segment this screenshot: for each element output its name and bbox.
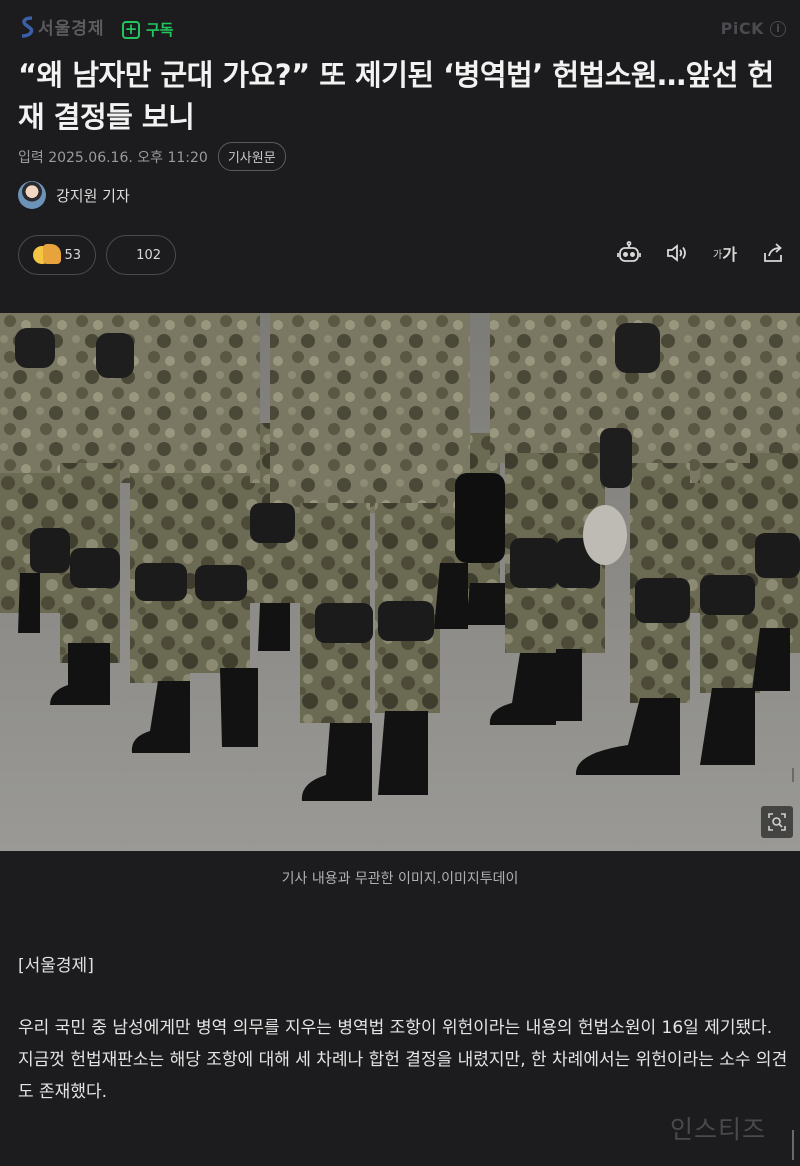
font-size-small-label: 가 — [713, 249, 723, 261]
article-body: 우리 국민 중 남성에게만 병역 의무를 지우는 병역법 조항이 위헌이라는 내… — [18, 1018, 788, 1102]
reactions: 53 102 — [18, 235, 176, 275]
brand-logo-icon — [21, 15, 34, 38]
original-article-button[interactable]: 기사원문 — [217, 142, 286, 171]
pick-label: PiCK — [720, 19, 764, 38]
article-meta: 입력 2025.06.16. 오후 11:20 기사원문 — [18, 142, 286, 171]
image-caption: 기사 내용과 무관한 이미지.이미지투데이 — [281, 871, 519, 887]
font-size-icon[interactable]: 가가 — [712, 240, 738, 266]
emotion-count: 53 — [64, 247, 81, 263]
watermark: 인스티즈 — [670, 1115, 767, 1144]
scroll-indicator — [792, 768, 794, 782]
subscribe-label: 구독 — [146, 21, 174, 39]
comment-count: 102 — [136, 247, 161, 263]
zoom-icon[interactable] — [761, 806, 793, 838]
comment-button[interactable]: 102 — [106, 235, 176, 275]
share-icon[interactable] — [760, 240, 786, 266]
article-tools: 가가 — [616, 240, 786, 266]
avatar — [18, 181, 46, 209]
emoji-icon — [33, 244, 61, 266]
brand[interactable]: 서울경제 — [20, 14, 105, 39]
robot-icon[interactable] — [616, 240, 642, 266]
font-size-large-label: 가 — [722, 245, 737, 264]
article-image[interactable] — [0, 313, 800, 851]
publish-date: 입력 2025.06.16. 오후 11:20 — [18, 149, 208, 166]
article-title: “왜 남자만 군대 가요?” 또 제기된 ‘병역법’ 헌법소원…앞선 헌재 결정… — [18, 58, 774, 134]
author-name: 강지원 기자 — [56, 186, 130, 205]
subscribe-button[interactable]: + 구독 — [122, 19, 174, 40]
article-source: [서울경제] — [18, 956, 94, 976]
scroll-indicator — [792, 1130, 794, 1160]
info-icon[interactable]: i — [770, 20, 786, 37]
brand-name: 서울경제 — [38, 19, 105, 39]
plus-icon: + — [122, 20, 140, 39]
emotion-button[interactable]: 53 — [18, 235, 96, 275]
pick-badge[interactable]: PiCK i — [721, 19, 786, 38]
speaker-icon[interactable] — [664, 240, 690, 266]
top-bar: 서울경제 + 구독 PiCK i — [0, 0, 800, 60]
author[interactable]: 강지원 기자 — [18, 181, 130, 209]
